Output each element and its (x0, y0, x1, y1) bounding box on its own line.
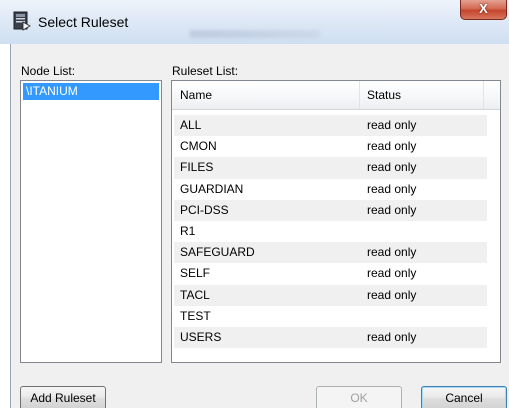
table-row[interactable]: ALL read only (174, 115, 487, 137)
column-header-status[interactable]: Status (360, 81, 484, 109)
ruleset-status: read only (367, 329, 417, 344)
ruleset-name: TACL (180, 287, 210, 302)
obscured-background-text (190, 30, 320, 38)
ruleset-status: read only (367, 287, 417, 302)
ruleset-status: read only (367, 160, 417, 175)
ruleset-window-icon (13, 11, 31, 31)
cancel-button[interactable]: Cancel (421, 386, 507, 408)
node-list-label: Node List: (21, 64, 76, 78)
table-row[interactable]: PCI-DSS read only (174, 199, 487, 221)
ok-button[interactable]: OK (316, 386, 402, 408)
ruleset-name: SAFEGUARD (180, 245, 255, 260)
ruleset-list[interactable]: Name Status ALL read only CMON read only FIL… (171, 80, 501, 363)
ruleset-name: FILES (180, 160, 214, 175)
table-row[interactable]: USERS read only (174, 326, 487, 349)
table-row[interactable]: GUARDIAN read only (174, 179, 487, 200)
ruleset-name: USERS (180, 329, 222, 344)
ruleset-status: read only (367, 118, 417, 132)
close-icon: X (479, 1, 488, 16)
table-row[interactable]: SAFEGUARD read only (174, 242, 487, 264)
ruleset-name: PCI-DSS (180, 202, 229, 217)
table-row[interactable]: TEST (174, 306, 487, 327)
ruleset-status: read only (367, 245, 417, 260)
ruleset-list-label: Ruleset List: (172, 64, 239, 78)
ruleset-name: CMON (180, 139, 217, 154)
table-row[interactable]: FILES read only (174, 157, 487, 179)
ruleset-status: read only (367, 139, 417, 154)
ruleset-status: read only (367, 202, 417, 217)
ruleset-list-header: Name Status (172, 81, 500, 110)
title-bar[interactable]: Select Ruleset X (0, 0, 509, 44)
node-list[interactable]: \ITANIUM (20, 80, 162, 363)
column-header-spacer (484, 81, 500, 109)
table-row[interactable]: SELF read only (174, 263, 487, 284)
close-button[interactable]: X (460, 0, 507, 20)
ruleset-status: read only (367, 266, 417, 281)
add-ruleset-button[interactable]: Add Ruleset (20, 386, 106, 408)
ruleset-rows: ALL read only CMON read only FILES read only G… (172, 115, 500, 349)
column-header-name[interactable]: Name (172, 81, 360, 109)
ruleset-name: GUARDIAN (180, 181, 244, 196)
ruleset-name: SELF (180, 266, 211, 281)
table-row[interactable]: R1 (174, 221, 487, 242)
ruleset-name: ALL (180, 118, 202, 132)
table-row[interactable]: TACL read only (174, 284, 487, 306)
select-ruleset-dialog: Select Ruleset X Node List: \ITANIUM Rul… (0, 0, 509, 408)
window-title: Select Ruleset (38, 14, 129, 30)
ruleset-name: TEST (180, 308, 211, 323)
table-row[interactable]: CMON read only (174, 136, 487, 157)
ruleset-name: R1 (180, 223, 196, 238)
node-item-itanium[interactable]: \ITANIUM (23, 83, 159, 100)
ruleset-status: read only (367, 181, 417, 196)
